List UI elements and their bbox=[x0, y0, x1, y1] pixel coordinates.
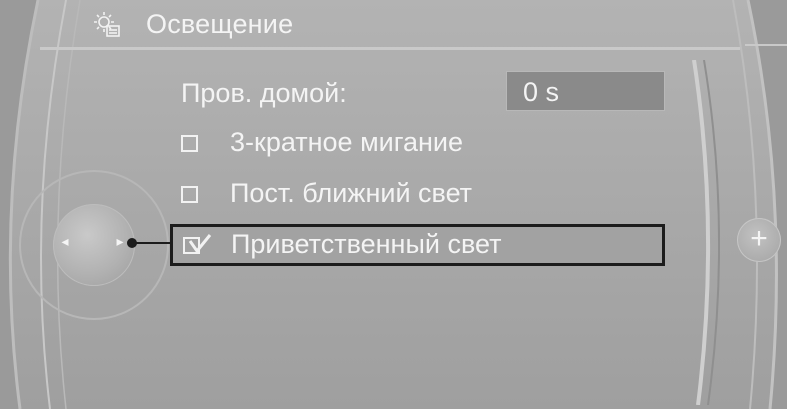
home-light-duration-value: 0 s bbox=[523, 77, 560, 107]
menu-item-label: Приветственный свет bbox=[231, 229, 502, 259]
home-light-duration-field[interactable]: 0 s bbox=[506, 71, 665, 111]
settings-gear-icon bbox=[94, 12, 120, 37]
menu-item-welcome-light[interactable]: Приветственный свет bbox=[170, 224, 665, 266]
plus-button[interactable]: + bbox=[737, 218, 781, 262]
scrollbar[interactable] bbox=[680, 60, 720, 405]
checkbox-unchecked-icon[interactable] bbox=[181, 135, 198, 152]
home-light-label: Пров. домой: bbox=[181, 78, 347, 108]
selection-pointer-dot bbox=[127, 238, 137, 248]
title-bar bbox=[40, 0, 740, 50]
idrive-screen: Освещение Пров. домой: 0 s 3-кратное миг… bbox=[0, 0, 787, 409]
menu-item-label: Пост. ближний свет bbox=[230, 178, 473, 208]
menu-item-triple-flash[interactable]: 3-кратное мигание bbox=[170, 122, 665, 164]
checkbox-unchecked-icon[interactable] bbox=[181, 186, 198, 203]
selection-pointer-line bbox=[131, 242, 171, 244]
page-title: Освещение bbox=[146, 9, 294, 39]
menu-item-label: 3-кратное мигание bbox=[230, 127, 463, 157]
checkmark-icon bbox=[188, 234, 212, 253]
menu-item-daytime-lights[interactable]: Пост. ближний свет bbox=[170, 173, 665, 215]
arrow-left-icon[interactable]: ◂ bbox=[56, 230, 74, 252]
